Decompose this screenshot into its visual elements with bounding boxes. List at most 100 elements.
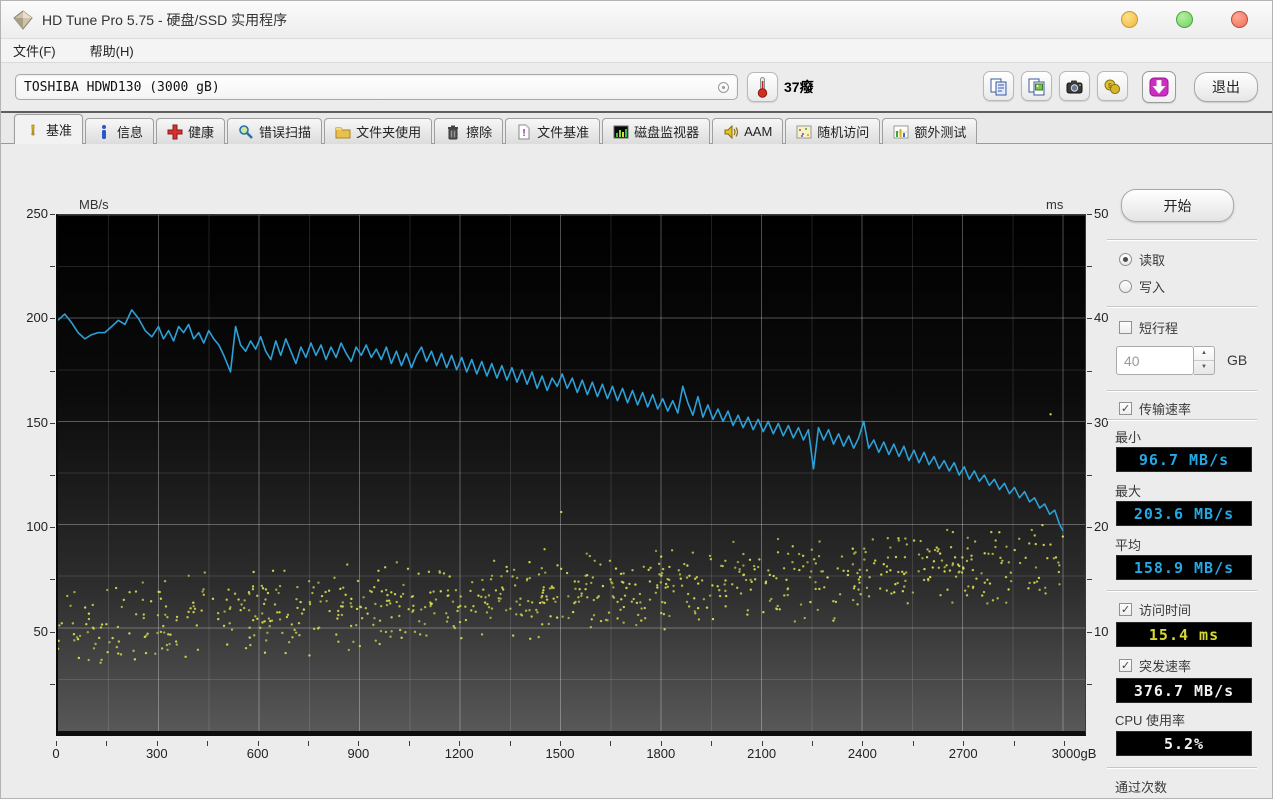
temperature-value: 37癈 — [784, 77, 814, 97]
stepper-down-icon[interactable]: ▼ — [1194, 361, 1214, 374]
folder-usage-icon — [335, 124, 351, 140]
start-button[interactable]: 开始 — [1121, 189, 1234, 222]
tab-label: 基准 — [46, 120, 72, 139]
tab-random-access[interactable]: 随机访问 — [785, 118, 880, 144]
x-tick-label: 1800 — [631, 746, 691, 761]
separator — [1107, 239, 1257, 240]
y-left-tick-label: 50 — [8, 624, 48, 639]
benchmark-chart: MB/sms2502001501005050403020100300600900… — [1, 144, 1101, 798]
tab-error-scan[interactable]: 错误扫描 — [227, 118, 322, 144]
menu-help[interactable]: 帮助(H) — [90, 41, 134, 60]
short-stroke-stepper[interactable]: ▲▼ — [1194, 346, 1215, 375]
y-axis-tick — [1087, 684, 1092, 685]
y-axis-tick — [1087, 266, 1092, 267]
screenshot-button[interactable] — [1059, 71, 1090, 101]
drive-selector[interactable]: TOSHIBA HDWD130 (3000 gB) — [15, 74, 738, 100]
tab-label: AAM — [744, 124, 772, 139]
burst-rate-label: 突发速率 — [1139, 656, 1191, 675]
y-right-axis-unit: ms — [1046, 197, 1063, 212]
write-radio[interactable] — [1119, 280, 1132, 293]
copy-image-button[interactable] — [1021, 71, 1052, 101]
tab-extra-tests[interactable]: 额外测试 — [882, 118, 977, 144]
x-axis-tick — [56, 741, 57, 746]
tab-label: 擦除 — [466, 122, 492, 141]
minimize-button[interactable] — [1121, 11, 1138, 28]
exit-button[interactable]: 退出 — [1194, 72, 1258, 102]
tab-health[interactable]: 健康 — [156, 118, 225, 144]
drive-name: TOSHIBA HDWD130 (3000 gB) — [24, 80, 220, 95]
read-radio-row[interactable]: 读取 — [1119, 250, 1165, 269]
y-axis-tick — [1087, 371, 1092, 372]
burst-rate-value: 376.7 MB/s — [1116, 678, 1252, 703]
burst-rate-row[interactable]: 突发速率 — [1119, 656, 1191, 675]
transfer-rate-row[interactable]: 传输速率 — [1119, 399, 1191, 418]
short-stroke-checkbox[interactable] — [1119, 321, 1132, 334]
y-axis-tick — [1087, 318, 1092, 319]
copy-text-icon — [989, 77, 1008, 96]
tab-folder-usage[interactable]: 文件夹使用 — [324, 118, 432, 144]
y-axis-tick — [50, 579, 55, 580]
tab-label: 文件基准 — [537, 122, 589, 141]
tab-benchmark[interactable]: ! 基准 — [14, 114, 83, 144]
stepper-up-icon[interactable]: ▲ — [1194, 347, 1214, 361]
read-label: 读取 — [1139, 250, 1165, 269]
y-left-tick-label: 100 — [8, 519, 48, 534]
y-left-axis-unit: MB/s — [79, 197, 109, 212]
plot-canvas — [58, 215, 1085, 731]
menu-bar: 文件(F) 帮助(H) — [1, 39, 1272, 63]
write-radio-row[interactable]: 写入 — [1119, 277, 1165, 296]
random-access-icon — [796, 124, 812, 140]
short-stroke-input[interactable]: 40 — [1116, 346, 1194, 375]
benchmark-icon: ! — [25, 122, 41, 138]
temperature-button[interactable] — [747, 72, 778, 102]
x-axis-tick — [510, 741, 511, 746]
x-axis-tick — [661, 741, 662, 746]
y-axis-tick — [50, 684, 55, 685]
y-axis-tick — [50, 423, 55, 424]
access-time-checkbox[interactable] — [1119, 603, 1132, 616]
toolbar: TOSHIBA HDWD130 (3000 gB) 37癈 $ 退出 — [1, 63, 1272, 113]
menu-file[interactable]: 文件(F) — [13, 41, 56, 60]
max-value: 203.6 MB/s — [1116, 501, 1252, 526]
separator — [1107, 590, 1257, 591]
y-axis-tick — [1087, 579, 1092, 580]
x-axis-tick — [358, 741, 359, 746]
transfer-rate-label: 传输速率 — [1139, 399, 1191, 418]
maximize-button[interactable] — [1176, 11, 1193, 28]
y-axis-tick — [1087, 423, 1092, 424]
file-benchmark-icon: ! — [516, 124, 532, 140]
copy-text-button[interactable] — [983, 71, 1014, 101]
burst-rate-checkbox[interactable] — [1119, 659, 1132, 672]
read-radio[interactable] — [1119, 253, 1132, 266]
download-button[interactable] — [1142, 71, 1176, 103]
avg-label: 平均 — [1115, 535, 1141, 554]
short-stroke-row[interactable]: 短行程 — [1119, 318, 1178, 337]
x-axis-tick — [762, 741, 763, 746]
tab-info[interactable]: 信息 — [85, 118, 154, 144]
svg-text:!: ! — [31, 122, 36, 138]
window-title: HD Tune Pro 5.75 - 硬盘/SSD 实用程序 — [42, 10, 287, 30]
toolbar-buttons: $ — [976, 71, 1176, 103]
max-label: 最大 — [1115, 481, 1141, 500]
x-axis-tick — [963, 741, 964, 746]
tab-disk-monitor[interactable]: 磁盘监视器 — [602, 118, 710, 144]
cpu-usage-value: 5.2% — [1116, 731, 1252, 756]
y-left-tick-label: 150 — [8, 415, 48, 430]
tab-aam[interactable]: AAM — [712, 118, 783, 144]
coins-icon: $ — [1103, 77, 1122, 96]
write-label: 写入 — [1139, 277, 1165, 296]
avg-value: 158.9 MB/s — [1116, 555, 1252, 580]
pass-count-label: 通过次数 — [1115, 777, 1167, 796]
transfer-rate-checkbox[interactable] — [1119, 402, 1132, 415]
separator — [1107, 767, 1257, 768]
x-tick-label: 300 — [127, 746, 187, 761]
x-axis-tick — [409, 741, 410, 746]
app-icon — [13, 10, 33, 30]
tab-erase[interactable]: 擦除 — [434, 118, 503, 144]
coins-button[interactable]: $ — [1097, 71, 1128, 101]
close-button[interactable] — [1231, 11, 1248, 28]
access-time-row[interactable]: 访问时间 — [1119, 600, 1191, 619]
x-axis-tick — [207, 741, 208, 746]
x-axis-tick — [1064, 741, 1065, 746]
tab-file-benchmark[interactable]: ! 文件基准 — [505, 118, 600, 144]
